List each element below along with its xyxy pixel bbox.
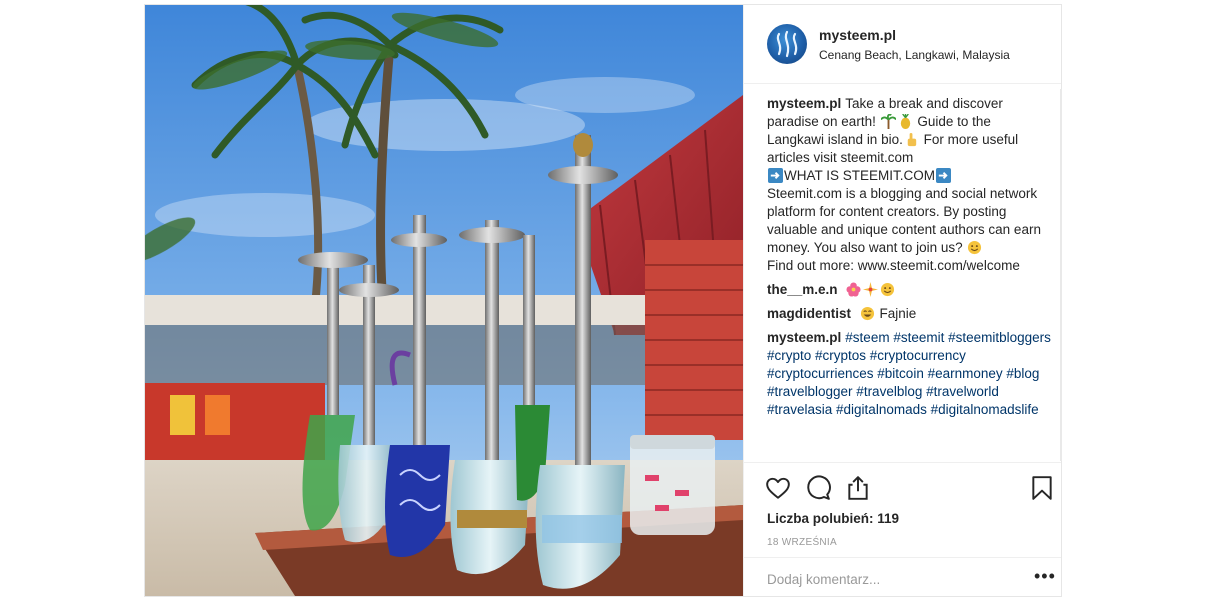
post-sidebar: mysteem.pl Cenang Beach, Langkawi, Malay…: [743, 5, 1062, 597]
comment-username[interactable]: magdidentist: [767, 306, 851, 321]
pointing-hand-icon: [907, 132, 917, 147]
smile-icon: [968, 240, 982, 255]
comment-bubble-icon: [807, 475, 831, 500]
steem-logo-icon: [776, 30, 798, 58]
bookmark-icon: [1032, 476, 1052, 500]
more-options-button[interactable]: •••: [1034, 567, 1056, 585]
add-comment-bar: •••: [744, 557, 1061, 598]
comment-item: magdidentist Fajnie: [767, 305, 1051, 323]
comment-button[interactable]: [805, 475, 831, 506]
share-button[interactable]: [845, 475, 871, 506]
post-photo[interactable]: [145, 5, 743, 596]
avatar[interactable]: [767, 24, 807, 64]
add-comment-input[interactable]: [765, 568, 1009, 590]
caption: mysteem.pl Take a break and discover para…: [767, 95, 1051, 275]
palm-tree-icon: [880, 114, 896, 129]
comments-scrollbar[interactable]: [1060, 89, 1062, 461]
sparkle-icon: [863, 282, 879, 297]
smile-icon: [881, 282, 895, 297]
comment-item: the__m.e.n: [767, 281, 1051, 299]
comment-username[interactable]: mysteem.pl: [767, 330, 841, 345]
comment-text: Fajnie: [879, 306, 917, 321]
hookahs-on-beach-image: [145, 5, 743, 596]
caption-line-5: Steemit.com is a blogging and social net…: [767, 186, 1041, 255]
right-arrow-icon: [936, 168, 952, 183]
like-count[interactable]: Liczba polubień: 119: [767, 511, 899, 526]
like-button[interactable]: [765, 475, 791, 506]
caption-line-4: WHAT IS STEEMIT.COM: [784, 168, 936, 183]
grin-icon: [860, 306, 874, 321]
post-date[interactable]: 18 WRZEŚNIA: [767, 537, 837, 548]
instagram-post: mysteem.pl Cenang Beach, Langkawi, Malay…: [144, 4, 1062, 597]
header-username[interactable]: mysteem.pl: [819, 27, 896, 43]
comment-username[interactable]: the__m.e.n: [767, 282, 838, 297]
pineapple-icon: [900, 114, 910, 129]
comment-item: mysteem.pl #steem #steemit #steemitblogge…: [767, 329, 1051, 419]
heart-icon: [766, 477, 790, 499]
header-location[interactable]: Cenang Beach, Langkawi, Malaysia: [819, 48, 1010, 62]
action-bar: Liczba polubień: 119 18 WRZEŚNIA •••: [744, 462, 1061, 597]
right-arrow-icon: [768, 168, 783, 183]
save-button[interactable]: [1030, 475, 1054, 506]
hibiscus-icon: [846, 282, 861, 297]
share-icon: [848, 476, 868, 500]
caption-username[interactable]: mysteem.pl: [767, 96, 841, 111]
caption-line-6: Find out more: www.steemit.com/welcome: [767, 258, 1020, 273]
post-header: mysteem.pl Cenang Beach, Langkawi, Malay…: [744, 5, 1061, 84]
comments-list: mysteem.pl Take a break and discover para…: [767, 95, 1051, 457]
